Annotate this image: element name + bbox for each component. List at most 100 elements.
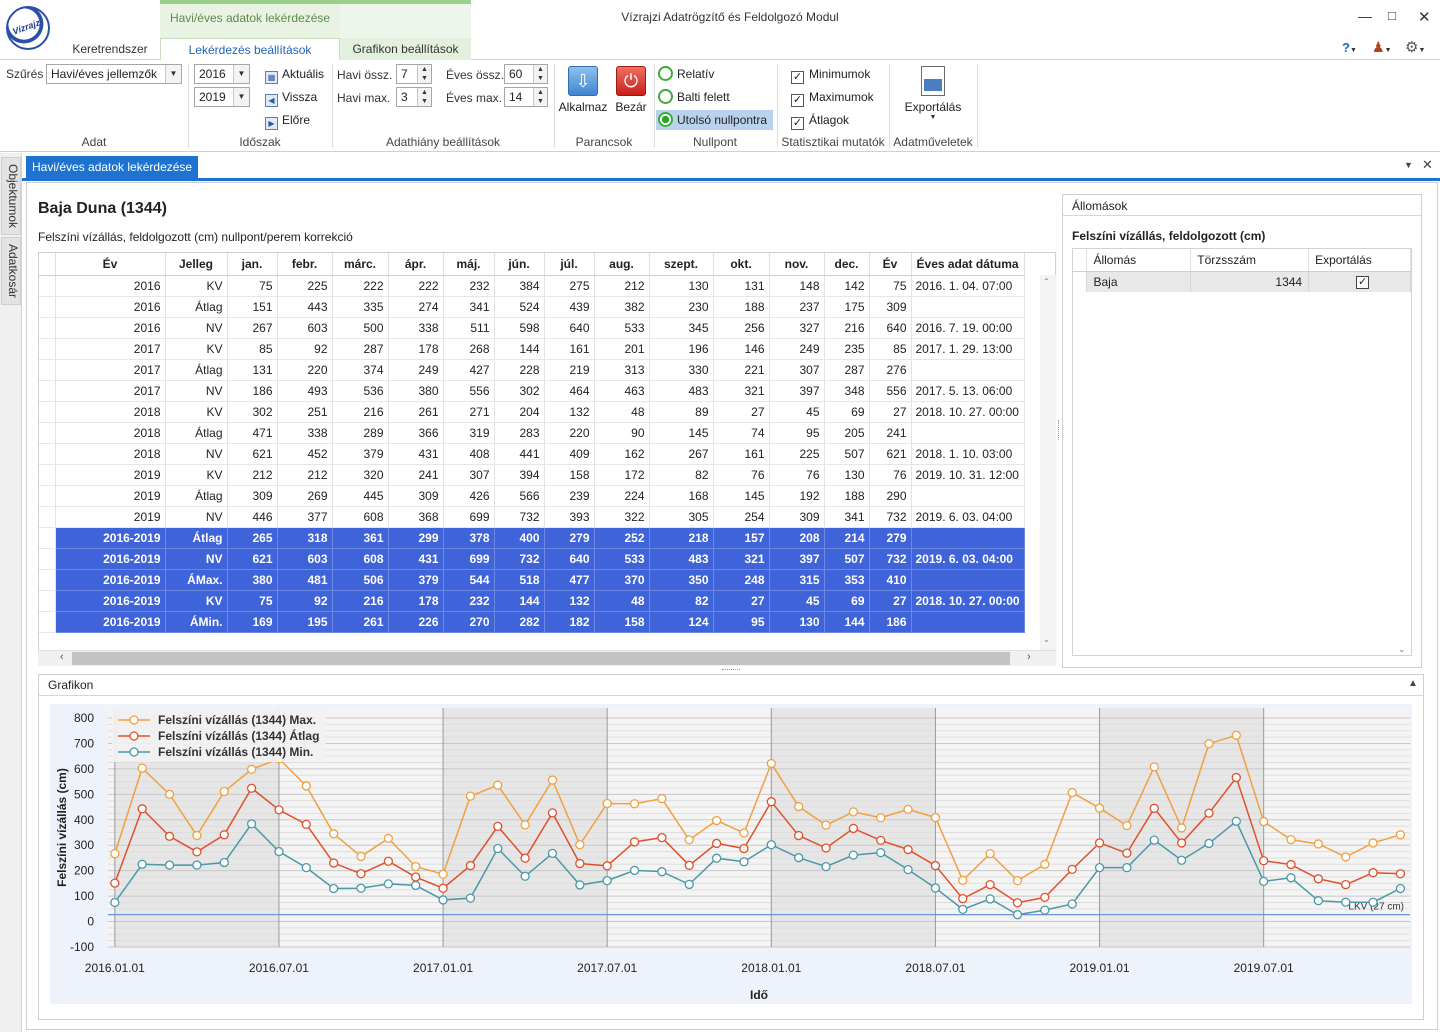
column-header[interactable]: márc. bbox=[332, 253, 389, 276]
chevron-down-icon[interactable]: ⌄ bbox=[1043, 635, 1050, 644]
column-header[interactable]: júl. bbox=[544, 253, 595, 276]
data-grid[interactable]: Év Jelleg jan. febr. márc. ápr. máj. jún. júl. au… bbox=[38, 252, 1056, 666]
tab-grafikon-beallitasok[interactable]: Grafikon beállítások bbox=[340, 38, 471, 60]
radio-baltic[interactable]: Balti felett bbox=[656, 87, 773, 107]
summary-row[interactable]: 2016-2019 Átlag 265 318 361 299 378 400 279 252 21… bbox=[39, 527, 1025, 549]
table-row[interactable]: 2016 Átlag 151 443 335 274 341 524 439 382 230 188 2… bbox=[39, 296, 1025, 318]
column-header-export[interactable]: Exportálás bbox=[1308, 249, 1411, 272]
spinner-arrows-icon[interactable]: ▲ ▼ bbox=[533, 88, 547, 106]
tab-list-dropdown-icon[interactable]: ▼ bbox=[1404, 160, 1413, 170]
column-header[interactable]: Éves adat dátuma bbox=[911, 253, 1025, 276]
column-header[interactable]: ápr. bbox=[388, 253, 444, 276]
yearly-sum-spinner[interactable]: 60 ▲ ▼ bbox=[504, 64, 548, 84]
data-point bbox=[711, 815, 722, 826]
close-window-button[interactable]: ✕ bbox=[1418, 8, 1431, 26]
summary-row[interactable]: 2016-2019 KV 75 92 216 178 232 144 132 48 82 27 45 69… bbox=[39, 590, 1025, 612]
checkbox-averages[interactable]: ✓ Átlagok bbox=[791, 110, 849, 130]
chevron-right-icon[interactable]: › bbox=[1027, 651, 1031, 663]
column-header-id[interactable]: Törzsszám bbox=[1190, 249, 1310, 272]
table-row[interactable]: 2018 Átlag 471 338 289 366 319 283 220 90 145 74 95 2… bbox=[39, 422, 1025, 444]
sidebar-tab-objektumok[interactable]: Objektumok bbox=[1, 157, 21, 235]
table-row[interactable]: 2017 NV 186 493 536 380 556 302 464 463 483 321 397 3… bbox=[39, 380, 1025, 402]
data-point bbox=[657, 867, 667, 877]
current-button[interactable]: ▦ Aktuális bbox=[265, 65, 324, 84]
column-header[interactable]: szept. bbox=[649, 253, 714, 276]
spinner-arrows-icon[interactable]: ▲ ▼ bbox=[533, 65, 547, 83]
close-button[interactable]: ⏻ Bezár bbox=[611, 64, 651, 114]
tab-keretrendszer[interactable]: Keretrendszer bbox=[60, 38, 160, 60]
year-from-select[interactable]: 2016 ▼ bbox=[194, 64, 250, 84]
checkbox-minimums[interactable]: ✓ Minimumok bbox=[791, 64, 870, 84]
table-row[interactable]: 2018 NV 621 452 379 431 408 441 409 162 267 161 225 5… bbox=[39, 443, 1025, 465]
export-button[interactable]: Exportálás ▼ bbox=[897, 64, 969, 121]
table-cell: 309 bbox=[388, 485, 444, 507]
table-row[interactable]: 2019 NV 446 377 608 368 699 732 393 322 305 254 309 3… bbox=[39, 506, 1025, 528]
chevron-left-icon[interactable]: ‹ bbox=[60, 651, 64, 663]
export-checkbox-cell[interactable]: ✓ bbox=[1308, 271, 1411, 292]
apply-button[interactable]: ⇩ Alkalmaz bbox=[558, 64, 608, 114]
table-row[interactable]: 2016 KV 75 225 222 222 232 384 275 212 130 131 148 14… bbox=[39, 275, 1025, 297]
table-row[interactable]: 2017 Átlag 131 220 374 249 427 228 219 313 330 221 3… bbox=[39, 359, 1025, 381]
scrollbar-thumb[interactable] bbox=[72, 652, 1010, 665]
forward-button[interactable]: ▶ Előre bbox=[265, 111, 310, 130]
table-row[interactable]: 2019 KV 212 212 320 241 307 394 158 172 82 76 76 130 7… bbox=[39, 464, 1025, 486]
minimize-button[interactable]: — bbox=[1358, 8, 1372, 24]
radio-relative[interactable]: Relatív bbox=[656, 64, 773, 84]
summary-row[interactable]: 2016-2019 ÁMax. 380 481 506 379 544 518 477 370 35… bbox=[39, 569, 1025, 591]
monthly-sum-spinner[interactable]: 7 ▲ ▼ bbox=[396, 64, 432, 84]
filter-select[interactable]: Havi/éves jellemzők ▼ bbox=[46, 64, 182, 84]
monthly-max-spinner[interactable]: 3 ▲ ▼ bbox=[396, 87, 432, 107]
app-logo[interactable]: Vízrajz bbox=[6, 6, 50, 50]
column-header[interactable]: okt. bbox=[713, 253, 770, 276]
collapse-icon[interactable]: ▲ bbox=[1408, 678, 1418, 689]
back-button[interactable]: ◀ Vissza bbox=[265, 88, 317, 107]
spinner-arrows-icon[interactable]: ▲ ▼ bbox=[417, 88, 431, 106]
table-row[interactable]: 2016 NV 267 603 500 338 511 598 640 533 345 256 327 2… bbox=[39, 317, 1025, 339]
table-vertical-scrollbar[interactable]: ⌃ ⌄ bbox=[1040, 275, 1056, 650]
column-header[interactable]: jún. bbox=[494, 253, 545, 276]
table-cell: 2016-2019 bbox=[55, 590, 166, 612]
gear-icon[interactable]: ⚙▼ bbox=[1405, 38, 1425, 56]
table-row[interactable]: Baja 1344 ✓ bbox=[1073, 271, 1411, 292]
chevron-up-icon[interactable]: ⌃ bbox=[1043, 277, 1050, 286]
table-cell: 2019 bbox=[55, 485, 166, 507]
stations-grid[interactable]: Állomás Törzsszám Exportálás Baja 1344 ✓ bbox=[1072, 248, 1412, 656]
column-header[interactable]: máj. bbox=[443, 253, 495, 276]
averages-label: Átlagok bbox=[809, 113, 850, 127]
summary-row[interactable]: 2016-2019 ÁMin. 169 195 261 226 270 282 182 158 12… bbox=[39, 611, 1025, 633]
question-icon[interactable]: ?▼ bbox=[1342, 40, 1357, 55]
maximize-button[interactable]: □ bbox=[1388, 8, 1396, 23]
document-tab[interactable]: Havi/éves adatok lekérdezése bbox=[26, 156, 199, 178]
column-header[interactable]: Év bbox=[55, 253, 166, 276]
table-row[interactable]: 2018 KV 302 251 216 261 271 204 132 48 89 27 45 69 27 2… bbox=[39, 401, 1025, 423]
column-header[interactable]: nov. bbox=[769, 253, 825, 276]
chevron-down-icon[interactable]: ⌄ bbox=[1398, 644, 1406, 655]
yearly-max-spinner[interactable]: 14 ▲ ▼ bbox=[504, 87, 548, 107]
column-header[interactable]: dec. bbox=[824, 253, 870, 276]
data-point bbox=[629, 865, 640, 876]
table-cell: 224 bbox=[594, 485, 650, 507]
context-tab-title: Havi/éves adatok lekérdezése bbox=[160, 4, 340, 40]
data-point bbox=[1341, 880, 1351, 890]
checkmark-icon[interactable]: ✓ bbox=[1356, 276, 1370, 290]
splitter-grip[interactable] bbox=[1058, 420, 1060, 440]
column-header[interactable]: Jelleg bbox=[165, 253, 228, 276]
spinner-arrows-icon[interactable]: ▲ ▼ bbox=[417, 65, 431, 83]
year-to-select[interactable]: 2019 ▼ bbox=[194, 87, 250, 107]
column-header[interactable]: Év bbox=[869, 253, 912, 276]
radio-last-zero[interactable]: Utolsó nullpontra bbox=[656, 110, 773, 130]
user-icon[interactable]: ♟▼ bbox=[1372, 39, 1392, 56]
checkbox-maximums[interactable]: ✓ Maximumok bbox=[791, 87, 874, 107]
data-point bbox=[246, 764, 257, 775]
splitter-grip[interactable] bbox=[722, 669, 740, 670]
column-header[interactable]: febr. bbox=[277, 253, 333, 276]
table-row[interactable]: 2019 Átlag 309 269 445 309 426 566 239 224 168 145 1… bbox=[39, 485, 1025, 507]
column-header[interactable]: jan. bbox=[227, 253, 278, 276]
close-tab-icon[interactable]: ✕ bbox=[1422, 157, 1433, 173]
summary-row[interactable]: 2016-2019 NV 621 603 608 431 699 732 640 533 483 32… bbox=[39, 548, 1025, 570]
column-header[interactable]: aug. bbox=[594, 253, 650, 276]
tab-lekerdezes-beallitasok[interactable]: Lekérdezés beállítások bbox=[160, 38, 340, 61]
table-row[interactable]: 2017 KV 85 92 287 178 268 144 161 201 196 146 249 235… bbox=[39, 338, 1025, 360]
column-header-station[interactable]: Állomás bbox=[1086, 249, 1192, 272]
sidebar-tab-adatkosar[interactable]: Adatkosár bbox=[1, 237, 21, 305]
